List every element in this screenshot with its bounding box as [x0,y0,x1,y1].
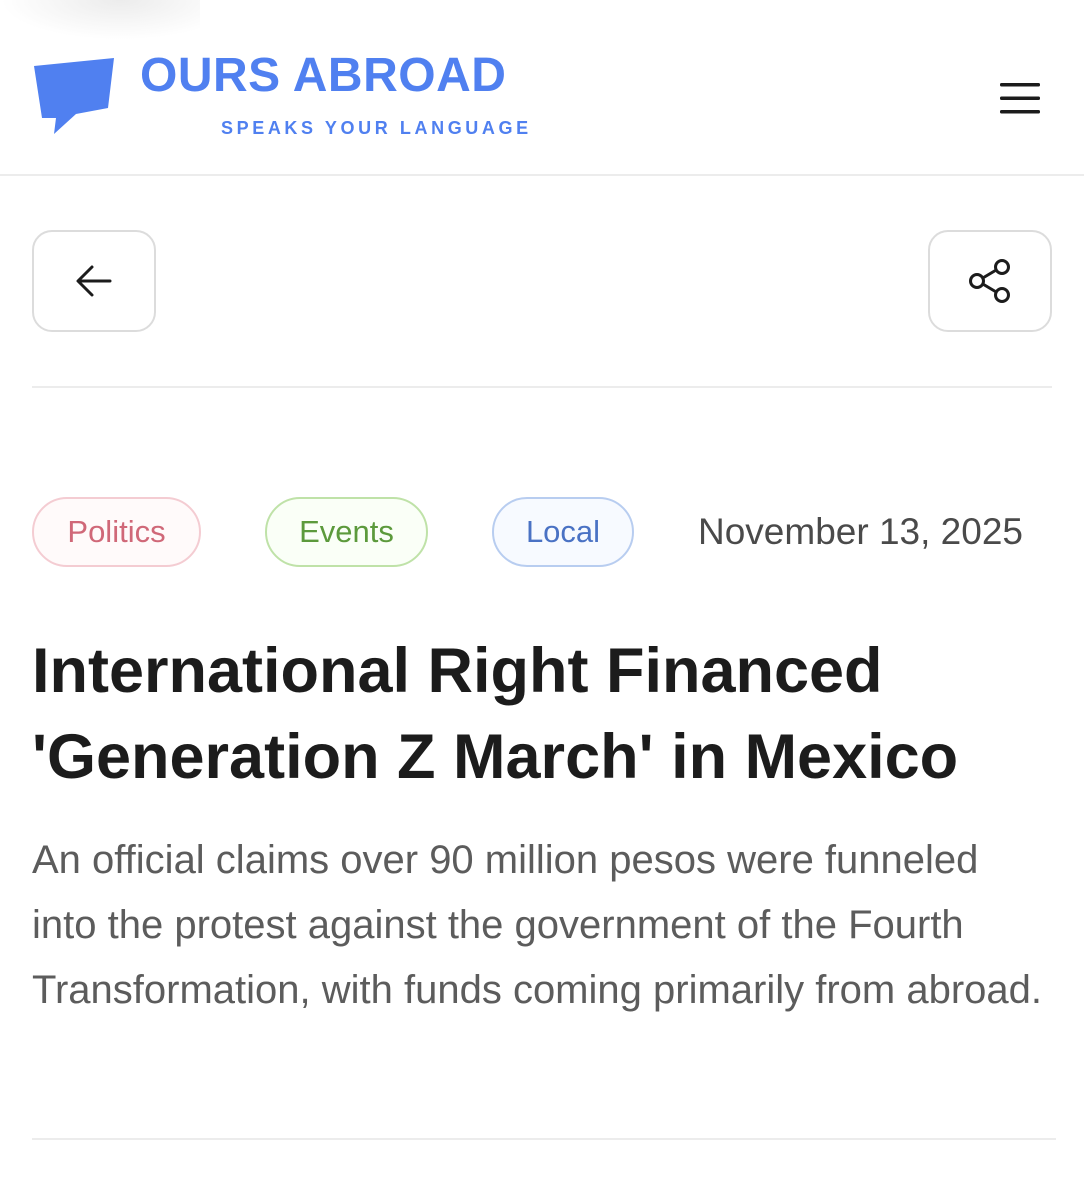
divider [32,386,1052,388]
arrow-left-icon [76,265,112,297]
brand-tagline: SPEAKS YOUR LANGUAGE [221,118,532,138]
site-header: OURS ABROAD SPEAKS YOUR LANGUAGE [0,0,1084,176]
menu-button[interactable] [990,76,1050,120]
speech-bubble-icon[interactable] [32,56,116,136]
share-icon [969,259,1010,303]
article-date: November 13, 2025 [698,511,1023,552]
brand-title[interactable]: OURS ABROAD [140,46,506,106]
hamburger-menu-icon [1000,83,1040,114]
back-button[interactable] [32,230,156,332]
tag-events[interactable]: Events [265,497,428,567]
article-headline: International Right Financed 'Generation… [32,636,959,792]
tag-local[interactable]: Local [492,497,634,567]
divider [32,1138,1056,1140]
share-button[interactable] [928,230,1052,332]
corner-shadow [0,0,200,40]
article-summary: An official claims over 90 million pesos… [32,838,1042,1012]
tag-politics[interactable]: Politics [32,497,201,567]
